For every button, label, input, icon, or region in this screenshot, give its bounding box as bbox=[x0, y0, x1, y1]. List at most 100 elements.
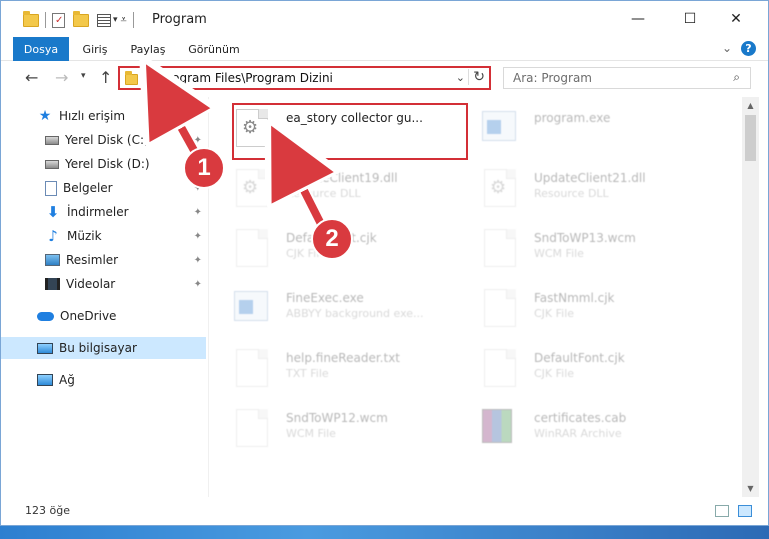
file-item[interactable]: ⚙ UpdateClient19.dll Resource DLL bbox=[214, 163, 454, 213]
sidebar-item-documents[interactable]: Belgeler ✦ bbox=[1, 177, 206, 199]
archive-icon bbox=[482, 409, 512, 443]
file-item[interactable]: FineExec.exe ABBYY background exe... bbox=[214, 283, 454, 333]
sidebar-item-local-disk-c[interactable]: Yerel Disk (C:) ✦ bbox=[1, 129, 206, 151]
file-item[interactable]: SndToWP13.wcm WCM File bbox=[462, 223, 702, 273]
search-icon[interactable]: ⌕ bbox=[733, 70, 740, 85]
file-name: UpdateClient19.dll bbox=[286, 171, 398, 185]
music-icon: ♪ bbox=[48, 227, 58, 245]
file-name: help.fineReader.txt bbox=[286, 351, 400, 365]
new-folder-icon[interactable] bbox=[73, 10, 89, 27]
sidebar-item-downloads[interactable]: ⬇ İndirmeler ✦ bbox=[1, 201, 206, 223]
properties-icon[interactable]: ✓ bbox=[52, 12, 65, 28]
sidebar-item-label: OneDrive bbox=[60, 309, 117, 323]
file-type: CJK File bbox=[534, 367, 575, 380]
pin-icon[interactable]: ✦ bbox=[194, 279, 202, 290]
up-arrow-icon[interactable]: ↑ bbox=[99, 68, 112, 87]
gear-icon: ⚙ bbox=[242, 177, 259, 198]
view-options-icon[interactable] bbox=[97, 13, 111, 27]
scroll-up-icon[interactable]: ▲ bbox=[742, 97, 759, 114]
video-icon bbox=[45, 278, 60, 290]
address-path[interactable]: C:\Program Files\Program Dizini bbox=[144, 71, 333, 85]
file-item[interactable]: ⚙ UpdateClient21.dll Resource DLL bbox=[462, 163, 702, 213]
sidebar-item-label: Müzik bbox=[67, 229, 102, 243]
file-item[interactable]: certificates.cab WinRAR Archive bbox=[462, 403, 702, 453]
tab-home[interactable]: Giriş bbox=[75, 37, 115, 61]
sidebar-item-label: İndirmeler bbox=[67, 205, 129, 219]
file-item[interactable]: SndToWP12.wcm WCM File bbox=[214, 403, 454, 453]
file-name: certificates.cab bbox=[534, 411, 627, 425]
sidebar-item-music[interactable]: ♪ Müzik ✦ bbox=[1, 225, 206, 247]
sidebar-item-label: Videolar bbox=[66, 277, 116, 291]
sidebar-item-pictures[interactable]: Resimler ✦ bbox=[1, 249, 206, 271]
file-icon bbox=[484, 289, 516, 327]
expand-ribbon-icon[interactable]: ⌄ bbox=[722, 41, 732, 55]
refresh-icon[interactable]: ↻ bbox=[468, 69, 485, 85]
file-item[interactable]: help.fineReader.txt TXT File bbox=[214, 343, 454, 393]
cloud-icon bbox=[37, 311, 54, 321]
download-icon: ⬇ bbox=[46, 203, 60, 221]
maximize-button[interactable]: ☐ bbox=[667, 1, 713, 37]
large-icons-view-icon[interactable] bbox=[738, 505, 752, 517]
tab-file[interactable]: Dosya bbox=[13, 37, 69, 61]
help-icon[interactable]: ? bbox=[741, 41, 756, 56]
item-count: 123 öğe bbox=[25, 504, 70, 517]
document-icon bbox=[45, 180, 57, 196]
sidebar-item-network[interactable]: Ağ bbox=[1, 369, 206, 391]
vertical-scrollbar[interactable]: ▲ ▼ bbox=[742, 97, 759, 497]
divider bbox=[45, 12, 46, 28]
chevron-down-icon[interactable]: ⌄ bbox=[456, 71, 465, 84]
exe-icon bbox=[234, 291, 268, 321]
sidebar-item-label: Belgeler bbox=[63, 181, 113, 195]
pin-icon[interactable]: ✦ bbox=[194, 231, 202, 242]
tab-share[interactable]: Paylaş bbox=[125, 37, 171, 61]
back-arrow-icon[interactable]: ← bbox=[25, 68, 38, 87]
scroll-down-icon[interactable]: ▼ bbox=[742, 480, 759, 497]
folder-icon bbox=[23, 10, 39, 27]
title-bar: ✓ ▾ ⩡ Program — ☐ ✕ bbox=[1, 1, 768, 37]
sidebar-item-onedrive[interactable]: OneDrive bbox=[1, 305, 206, 327]
sidebar-item-this-pc[interactable]: Bu bilgisayar bbox=[1, 337, 206, 359]
file-type: CJK File bbox=[534, 307, 575, 320]
minimize-button[interactable]: — bbox=[615, 1, 661, 37]
file-name: program.exe bbox=[534, 111, 611, 125]
customize-toolbar-icon[interactable]: ⩡ bbox=[121, 13, 127, 27]
exe-icon bbox=[482, 111, 516, 141]
forward-arrow-icon[interactable]: → bbox=[55, 68, 68, 87]
file-icon bbox=[484, 229, 516, 267]
disk-icon bbox=[45, 159, 59, 169]
status-bar: 123 öğe bbox=[1, 497, 768, 525]
folder-icon bbox=[125, 71, 138, 85]
file-type: Resource DLL bbox=[286, 187, 361, 200]
sidebar-item-local-disk-d[interactable]: Yerel Disk (D:) ✦ bbox=[1, 153, 206, 175]
recent-locations-icon[interactable]: ▾ bbox=[81, 71, 86, 81]
file-icon bbox=[236, 349, 268, 387]
file-name: DefaultFont.cjk bbox=[534, 351, 625, 365]
sidebar-item-label: Yerel Disk (D:) bbox=[65, 157, 150, 171]
file-item[interactable]: DefaultFont.cjk CJK File bbox=[462, 343, 702, 393]
address-bar[interactable]: C:\Program Files\Program Dizini ⌄ ↻ bbox=[118, 66, 491, 90]
sidebar-item-videos[interactable]: Videolar ✦ bbox=[1, 273, 206, 295]
close-button[interactable]: ✕ bbox=[713, 1, 759, 37]
network-icon bbox=[37, 374, 53, 386]
chevron-down-icon[interactable]: ▾ bbox=[113, 15, 118, 25]
file-name: FineExec.exe bbox=[286, 291, 364, 305]
sidebar-item-quick-access[interactable]: ★ Hızlı erişim bbox=[1, 105, 206, 127]
star-icon: ★ bbox=[38, 108, 52, 124]
tab-view[interactable]: Görünüm bbox=[183, 37, 245, 61]
search-box[interactable]: Ara: Program ⌕ bbox=[503, 67, 751, 89]
highlighted-file-box bbox=[232, 103, 468, 160]
pin-icon[interactable]: ✦ bbox=[194, 135, 202, 146]
scroll-thumb[interactable] bbox=[745, 115, 756, 161]
file-name: UpdateClient21.dll bbox=[534, 171, 646, 185]
file-icon bbox=[484, 349, 516, 387]
disk-icon bbox=[45, 135, 59, 145]
divider bbox=[132, 12, 134, 28]
file-item[interactable]: program.exe bbox=[462, 103, 702, 153]
pin-icon[interactable]: ✦ bbox=[194, 255, 202, 266]
file-item[interactable]: FastNmml.cjk CJK File bbox=[462, 283, 702, 333]
search-input[interactable]: Ara: Program bbox=[513, 71, 592, 85]
explorer-window: ✓ ▾ ⩡ Program — ☐ ✕ Dosya Giriş Paylaş G… bbox=[0, 0, 769, 526]
pin-icon[interactable]: ✦ bbox=[194, 207, 202, 218]
file-type: ABBYY background exe... bbox=[286, 307, 424, 320]
details-view-icon[interactable] bbox=[715, 505, 729, 517]
